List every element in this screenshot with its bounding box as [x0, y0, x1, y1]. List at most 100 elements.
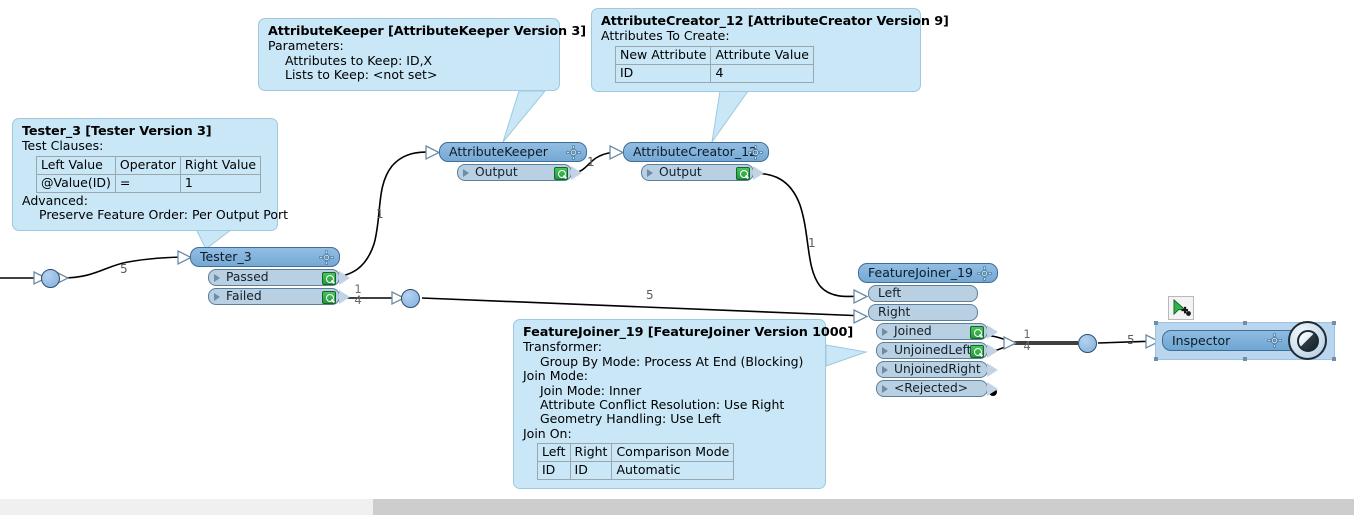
- port-label: Passed: [226, 270, 269, 284]
- port-joined[interactable]: Joined: [876, 323, 998, 340]
- annotation-title: Tester_3 [Tester Version 3]: [22, 124, 212, 139]
- port-triangle-icon: [882, 328, 888, 336]
- table-cell: 1: [179, 173, 262, 193]
- node-title: Inspector: [1172, 333, 1231, 348]
- node-header-attributekeeper[interactable]: AttributeKeeper: [439, 142, 587, 162]
- gear-icon[interactable]: [1267, 333, 1282, 348]
- annotation-tester[interactable]: Tester_3 [Tester Version 3] Test Clauses…: [12, 118, 288, 231]
- inspect-badge-icon[interactable]: [554, 166, 568, 180]
- annotation-attributecreator[interactable]: AttributeCreator_12 [AttributeCreator Ve…: [591, 8, 949, 92]
- node-tester[interactable]: Tester_3 Passed Failed: [190, 247, 350, 305]
- gear-icon[interactable]: [977, 266, 992, 281]
- port-output-nub: [987, 363, 998, 377]
- connection-junction[interactable]: [41, 269, 60, 288]
- node-title: AttributeCreator_12: [633, 144, 757, 159]
- port-output-nub: [571, 166, 582, 180]
- table-cell: Automatic: [611, 461, 735, 481]
- annotation-line: Geometry Handling: Use Left: [540, 411, 722, 427]
- run-here-cursor-icon[interactable]: [1168, 296, 1194, 320]
- port-triangle-icon: [882, 366, 888, 374]
- wire-count-label: 5: [1127, 333, 1135, 347]
- inspect-badge-icon[interactable]: [970, 344, 984, 358]
- horizontal-scrollbar-thumb[interactable]: [373, 499, 1354, 515]
- annotation-featurejoiner[interactable]: FeatureJoiner_19 [FeatureJoiner Version …: [513, 319, 853, 490]
- annotation-section: Parameters:: [268, 38, 344, 54]
- resize-handle[interactable]: [1154, 357, 1158, 361]
- table-cell: ID: [614, 63, 712, 83]
- port-unjoinedleft[interactable]: UnjoinedLeft: [876, 342, 998, 359]
- port-triangle-icon: [463, 169, 469, 177]
- port-label: Right: [878, 305, 911, 319]
- annotation-section: Transformer:: [523, 339, 602, 355]
- annotation-attributekeeper[interactable]: AttributeKeeper [AttributeKeeper Version…: [258, 18, 586, 91]
- node-header-featurejoiner[interactable]: FeatureJoiner_19: [858, 263, 998, 283]
- wire-fraction-label: 4: [354, 293, 362, 307]
- port-output-nub: [339, 271, 350, 285]
- port-passed[interactable]: Passed: [208, 269, 350, 286]
- resize-handle[interactable]: [1332, 321, 1336, 325]
- annotation-table: Left Value Operator Right Value @Value(I…: [36, 155, 262, 193]
- inspect-badge-icon[interactable]: [970, 325, 984, 339]
- port-label: UnjoinedLeft: [894, 343, 972, 357]
- node-inspector[interactable]: Inspector: [1162, 330, 1307, 351]
- port-output-nub: [753, 166, 764, 180]
- wire-fraction-label: 4: [1023, 339, 1031, 353]
- port-triangle-icon: [882, 347, 888, 355]
- connection-junction[interactable]: [401, 289, 420, 308]
- annotation-line: Lists to Keep: <not set>: [285, 67, 438, 83]
- gear-icon[interactable]: [319, 250, 334, 265]
- annotation-title: AttributeKeeper [AttributeKeeper Version…: [268, 24, 586, 39]
- annotation-title: AttributeCreator_12 [AttributeCreator Ve…: [601, 14, 949, 29]
- table-header: New Attribute: [614, 45, 712, 65]
- node-title: AttributeKeeper: [449, 144, 548, 159]
- port-label: UnjoinedRight: [894, 362, 981, 376]
- inspect-badge-icon[interactable]: [322, 271, 336, 285]
- table-header: Operator: [114, 155, 181, 175]
- node-featurejoiner[interactable]: FeatureJoiner_19 Left Right Joined Unjoi…: [858, 263, 998, 397]
- port-right[interactable]: Right: [868, 304, 978, 321]
- inspect-badge-icon[interactable]: [322, 290, 336, 304]
- horizontal-scrollbar-track[interactable]: [0, 499, 1354, 515]
- table-cell: ID: [537, 461, 571, 481]
- inspector-magnifier-icon: [1288, 321, 1327, 360]
- annotation-line: Join Mode: Inner: [540, 382, 642, 398]
- table-header: Left: [537, 443, 571, 463]
- gear-icon[interactable]: [566, 145, 581, 160]
- port-unjoinedright[interactable]: UnjoinedRight: [876, 361, 998, 378]
- node-attributekeeper[interactable]: AttributeKeeper Output: [439, 142, 587, 181]
- node-header-inspector[interactable]: Inspector: [1162, 330, 1307, 351]
- port-output[interactable]: Output: [457, 164, 582, 181]
- gear-icon[interactable]: [748, 145, 763, 160]
- node-title: FeatureJoiner_19: [868, 265, 973, 280]
- annotation-line: Attributes to Keep: ID,X: [285, 52, 433, 68]
- port-rejected[interactable]: <Rejected>: [876, 380, 998, 397]
- port-label: Output: [475, 165, 518, 179]
- node-attributecreator[interactable]: AttributeCreator_12 Output: [623, 142, 769, 181]
- port-output[interactable]: Output: [641, 164, 764, 181]
- wire-count-label: 1: [808, 236, 816, 250]
- port-failed[interactable]: Failed: [208, 288, 350, 305]
- port-triangle-icon: [882, 385, 888, 393]
- resize-handle[interactable]: [1154, 321, 1158, 325]
- inspect-badge-icon[interactable]: [736, 166, 750, 180]
- annotation-line: Attribute Conflict Resolution: Use Right: [540, 397, 785, 413]
- table-header: Right Value: [179, 155, 262, 175]
- resize-handle[interactable]: [1243, 321, 1247, 325]
- table-cell: @Value(ID): [36, 173, 116, 193]
- workflow-canvas[interactable]: AttributeKeeper [AttributeKeeper Version…: [0, 0, 1354, 515]
- connection-junction[interactable]: [1078, 334, 1097, 353]
- port-label: Output: [659, 165, 702, 179]
- annotation-section: Join Mode:: [523, 368, 588, 384]
- table-row: ID ID Automatic: [537, 461, 735, 481]
- node-header-tester[interactable]: Tester_3: [190, 247, 340, 267]
- wire-count-label: 5: [646, 288, 654, 302]
- resize-handle[interactable]: [1243, 357, 1247, 361]
- port-left[interactable]: Left: [868, 285, 978, 302]
- node-header-attributecreator[interactable]: AttributeCreator_12: [623, 142, 769, 162]
- table-cell: ID: [569, 461, 613, 481]
- port-label: Joined: [894, 324, 932, 338]
- resize-handle[interactable]: [1332, 357, 1336, 361]
- node-title: Tester_3: [200, 249, 252, 264]
- port-output-nub: [339, 290, 350, 304]
- table-header: Left Value: [36, 155, 116, 175]
